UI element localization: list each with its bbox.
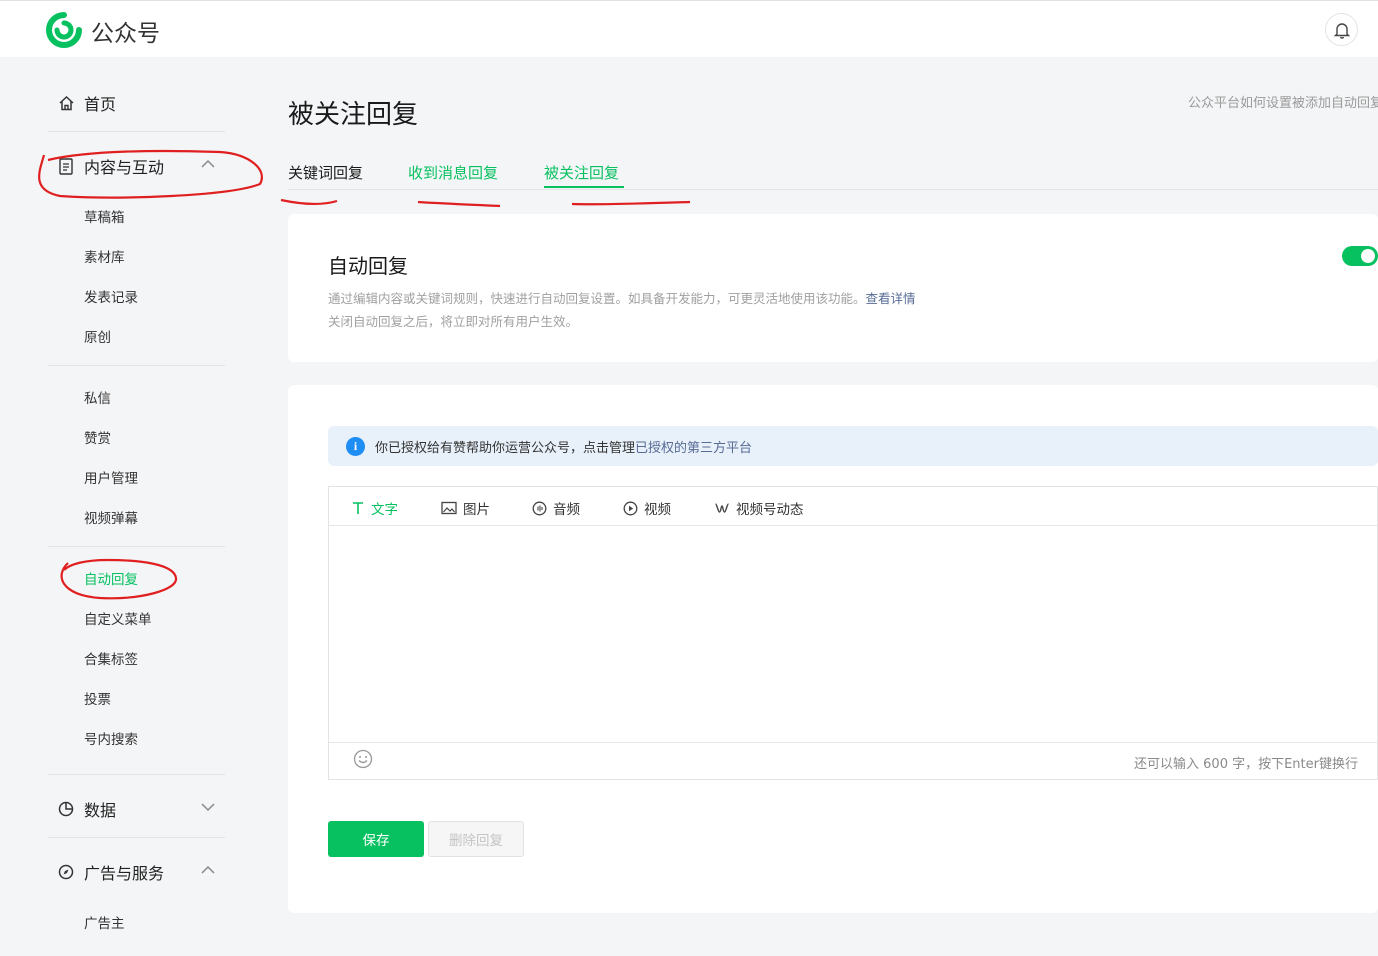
emoji-icon[interactable] [353,749,373,769]
top-bar: 公众号 [0,0,1378,57]
section-description: 通过编辑内容或关键词规则，快速进行自动回复设置。如具备开发能力，可更灵活地使用该… [328,288,916,307]
editor-tab-channels[interactable]: 视频号动态 [714,498,804,518]
channels-icon [715,503,729,513]
sidebar-section-ads[interactable]: 广告与服务 [57,860,164,884]
editor-tab-video[interactable]: 视频 [623,498,671,518]
sidebar-item-publish-records[interactable]: 发表记录 [84,286,138,306]
editor-tab-image[interactable]: 图片 [441,498,490,518]
annotation-underline-keyword [280,198,338,206]
video-icon [623,501,638,515]
editor-tab-label: 视频号动态 [736,502,804,518]
auto-reply-card: 自动回复 通过编辑内容或关键词规则，快速进行自动回复设置。如具备开发能力，可更灵… [288,214,1378,362]
editor-tab-label: 视频 [644,502,671,518]
sidebar-item-custom-menu[interactable]: 自定义菜单 [84,608,152,628]
editor-tab-text[interactable]: 文字 [351,498,398,518]
sidebar-item-users[interactable]: 用户管理 [84,467,138,487]
sidebar: 首页 内容与互动 草稿箱 素材库 发表记录 原创 私信 赞赏 用户管理 视频弹幕… [0,57,248,956]
sidebar-item-drafts[interactable]: 草稿箱 [84,206,125,226]
view-details-link[interactable]: 查看详情 [866,291,916,306]
editor-tab-audio[interactable]: 音频 [532,498,580,518]
annotation-underline-follow [571,200,691,206]
section-note: 关闭自动回复之后，将立即对所有用户生效。 [328,314,579,329]
audio-icon [532,501,547,515]
tab-message-reply[interactable]: 收到消息回复 [408,162,498,183]
active-tab-indicator [544,186,624,188]
sidebar-item-danmaku[interactable]: 视频弹幕 [84,507,138,527]
sidebar-section-content[interactable]: 内容与互动 [57,154,164,178]
sidebar-item-home[interactable]: 首页 [57,91,116,115]
sidebar-item-auto-reply[interactable]: 自动回复 [84,568,138,588]
sidebar-item-label: 首页 [84,95,117,114]
sidebar-section-data[interactable]: 数据 [57,797,116,821]
reply-editor-card: i 你已授权给有赞帮助你运营公众号，点击管理 已授权的第三方平台 文字 图片 音频… [288,385,1378,913]
tab-follow-reply[interactable]: 被关注回复 [544,162,619,183]
page-title: 被关注回复 [288,100,419,130]
sidebar-item-collections[interactable]: 合集标签 [84,648,138,668]
reply-text-area[interactable] [329,527,1377,743]
bell-icon[interactable] [1325,13,1358,46]
description-text: 通过编辑内容或关键词规则，快速进行自动回复设置。如具备开发能力，可更灵活地使用该… [328,291,866,306]
chevron-up-icon[interactable] [200,156,216,172]
logo-icon[interactable] [46,12,82,48]
character-counter: 还可以输入 600 字，按下Enter键换行 [1134,757,1358,772]
divider [48,837,225,838]
sidebar-item-original[interactable]: 原创 [84,326,111,346]
pie-chart-icon [57,800,75,818]
section-title: 自动回复 [328,254,408,278]
editor-tabs: 文字 图片 音频 视频 视频号动态 [329,487,1377,526]
notice-text: 你已授权给有赞帮助你运营公众号，点击管理 [375,440,636,456]
sidebar-section-label: 广告与服务 [84,864,165,883]
delete-reply-button[interactable]: 删除回复 [428,821,524,857]
sidebar-item-rewards[interactable]: 赞赏 [84,427,111,447]
info-icon: i [346,436,365,456]
sidebar-item-advertiser[interactable]: 广告主 [84,912,125,932]
toggle-knob [1361,249,1375,263]
chevron-down-icon[interactable] [200,799,216,815]
third-party-link[interactable]: 已授权的第三方平台 [635,437,752,456]
divider [48,131,225,132]
editor-tab-label: 文字 [371,502,398,518]
divider [48,546,225,547]
image-icon [441,501,457,515]
brand-name: 公众号 [91,21,160,47]
document-icon [57,157,75,175]
sidebar-item-search[interactable]: 号内搜索 [84,728,138,748]
save-button[interactable]: 保存 [328,821,424,857]
chevron-up-icon[interactable] [200,862,216,878]
divider [48,365,225,366]
home-icon [57,94,75,112]
reply-editor: 文字 图片 音频 视频 视频号动态 还可以输入 600 字，按下Enter键换行 [328,486,1378,780]
sidebar-item-messages[interactable]: 私信 [84,387,111,407]
annotation-underline-message [417,200,501,208]
reply-tabs: 关键词回复 收到消息回复 被关注回复 [288,160,1378,190]
divider [48,774,225,775]
auto-reply-toggle[interactable] [1342,246,1378,266]
text-icon [353,502,363,514]
compass-icon [57,863,75,881]
sidebar-section-label: 内容与互动 [84,158,165,177]
help-link[interactable]: 公众平台如何设置被添加自动回复 [1188,92,1378,111]
sidebar-item-library[interactable]: 素材库 [84,246,125,266]
editor-tab-label: 音频 [553,502,580,518]
sidebar-item-vote[interactable]: 投票 [84,688,111,708]
authorization-notice: i 你已授权给有赞帮助你运营公众号，点击管理 已授权的第三方平台 [328,426,1378,466]
sidebar-section-label: 数据 [84,801,117,820]
tab-keyword-reply[interactable]: 关键词回复 [288,162,363,183]
editor-tab-label: 图片 [463,502,490,518]
